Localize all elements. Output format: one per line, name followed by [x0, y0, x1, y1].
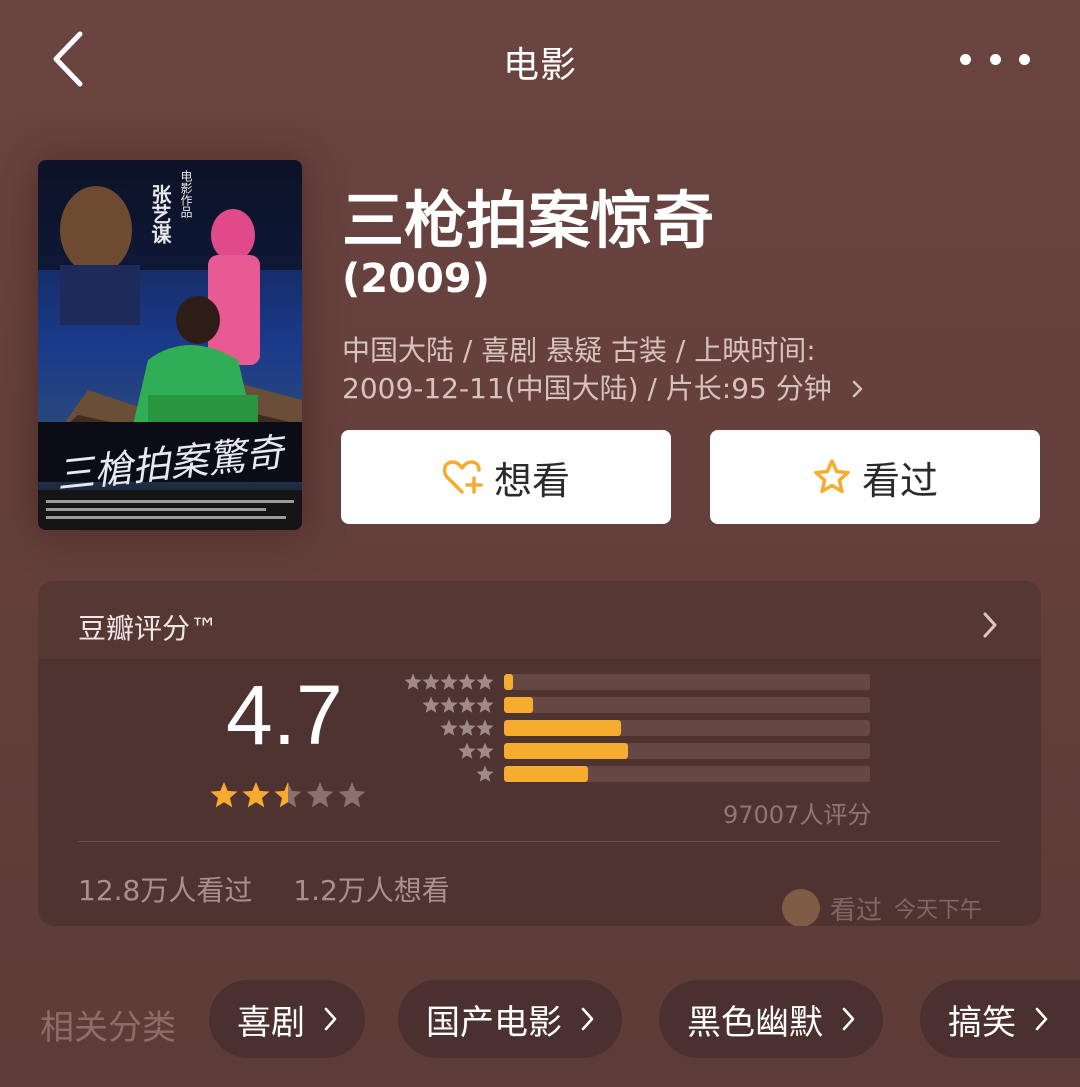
tag-chip-label: 喜剧	[237, 1002, 305, 1043]
movie-meta[interactable]: 中国大陆 / 喜剧 悬疑 古装 / 上映时间: 2009-12-11(中国大陆)…	[342, 332, 1042, 408]
watch-stats: 12.8万人看过 1.2万人想看	[78, 869, 482, 909]
want-to-watch-label: 想看	[493, 458, 570, 503]
rating-count: 97007人评分	[723, 801, 872, 829]
rating-bar-fill	[504, 674, 514, 690]
row-stars-icon	[440, 719, 494, 736]
tag-chip[interactable]: 喜剧	[209, 980, 365, 1058]
more-dot-icon	[989, 53, 1001, 65]
row-stars-icon	[458, 742, 494, 759]
divider	[78, 841, 1000, 842]
rating-detail-button[interactable]	[979, 611, 1001, 643]
star-outline-icon	[814, 459, 850, 494]
rating-stars	[208, 779, 408, 817]
rating-bar-fill	[504, 720, 622, 736]
star-icon	[338, 782, 366, 808]
rating-card: 豆瓣评分™ 4.7 97007人评分 12.8万人看过 1.2万人想看 看过 今…	[38, 581, 1041, 926]
rating-bar-row-1-star	[396, 765, 876, 783]
star-icon	[242, 782, 270, 808]
tag-chip-label: 搞笑	[948, 1002, 1016, 1043]
friend-action: 看过	[830, 895, 883, 926]
watched-button[interactable]: 看过	[710, 430, 1040, 524]
tag-chip-label: 国产电影	[426, 1002, 562, 1043]
chevron-right-icon	[1035, 1007, 1048, 1031]
poster-studio-text: 电影作品	[179, 170, 193, 218]
seen-count: 12.8万人看过	[78, 874, 253, 907]
star-icon	[274, 782, 302, 808]
row-stars-icon	[404, 673, 494, 690]
star-rating-icons	[210, 782, 366, 808]
tag-chip[interactable]: 国产电影	[398, 980, 622, 1058]
rating-bar-track	[504, 743, 870, 759]
tag-chip-label: 黑色幽默	[687, 1002, 823, 1043]
meta-line-2-text: 2009-12-11(中国大陆) / 片长:95 分钟	[342, 372, 832, 405]
chevron-right-icon	[983, 612, 997, 638]
rating-bar-track	[504, 720, 870, 736]
rating-bar-track	[504, 674, 870, 690]
watched-label: 看过	[861, 458, 938, 503]
top-bar: 电影	[0, 0, 1080, 120]
rating-bar-fill	[504, 697, 534, 713]
chevron-right-icon	[581, 1007, 594, 1031]
want-count: 1.2万人想看	[293, 874, 450, 907]
row-stars-icon	[476, 765, 494, 782]
rating-bar-row-3-star	[396, 719, 876, 737]
rating-bar-row-5-star	[396, 673, 876, 691]
rating-bar-fill	[504, 743, 629, 759]
avatar	[782, 889, 820, 926]
more-options-button[interactable]	[960, 42, 1030, 76]
rating-bar-row-4-star	[396, 696, 876, 714]
star-icon	[210, 782, 238, 808]
related-categories-label: 相关分类	[40, 1008, 176, 1048]
meta-line-1: 中国大陆 / 喜剧 悬疑 古装 / 上映时间:	[342, 334, 816, 367]
friend-activity: 看过 今天下午	[782, 889, 982, 926]
rating-bar-fill	[504, 766, 589, 782]
star-icon	[306, 782, 334, 808]
row-stars-icon	[422, 696, 494, 713]
chevron-right-icon	[842, 1007, 855, 1031]
tag-chip[interactable]: 搞笑	[920, 980, 1080, 1058]
poster-director-text: 张艺谋	[148, 184, 172, 245]
tag-chip[interactable]: 黑色幽默	[659, 980, 883, 1058]
want-to-watch-button[interactable]: 想看	[341, 430, 671, 524]
chevron-right-icon	[852, 380, 862, 398]
more-dot-icon	[1019, 53, 1030, 65]
rating-bar-track	[504, 766, 870, 782]
rating-label: 豆瓣评分™	[78, 612, 219, 645]
meta-line-2: 2009-12-11(中国大陆) / 片长:95 分钟	[342, 370, 1042, 408]
movie-poster[interactable]: 三槍拍案驚奇 张艺谋 电影作品	[38, 160, 302, 530]
rating-bar-row-2-star	[396, 742, 876, 760]
movie-title: 三枪拍案惊奇	[342, 184, 715, 257]
heart-plus-icon	[442, 460, 483, 494]
friend-time: 今天下午	[894, 898, 983, 923]
rating-score: 4.7	[226, 668, 343, 762]
more-dot-icon	[960, 53, 971, 65]
movie-year: (2009)	[342, 256, 490, 302]
chevron-right-icon	[324, 1007, 337, 1031]
rating-bar-track	[504, 697, 870, 713]
page-title: 电影	[502, 45, 577, 86]
